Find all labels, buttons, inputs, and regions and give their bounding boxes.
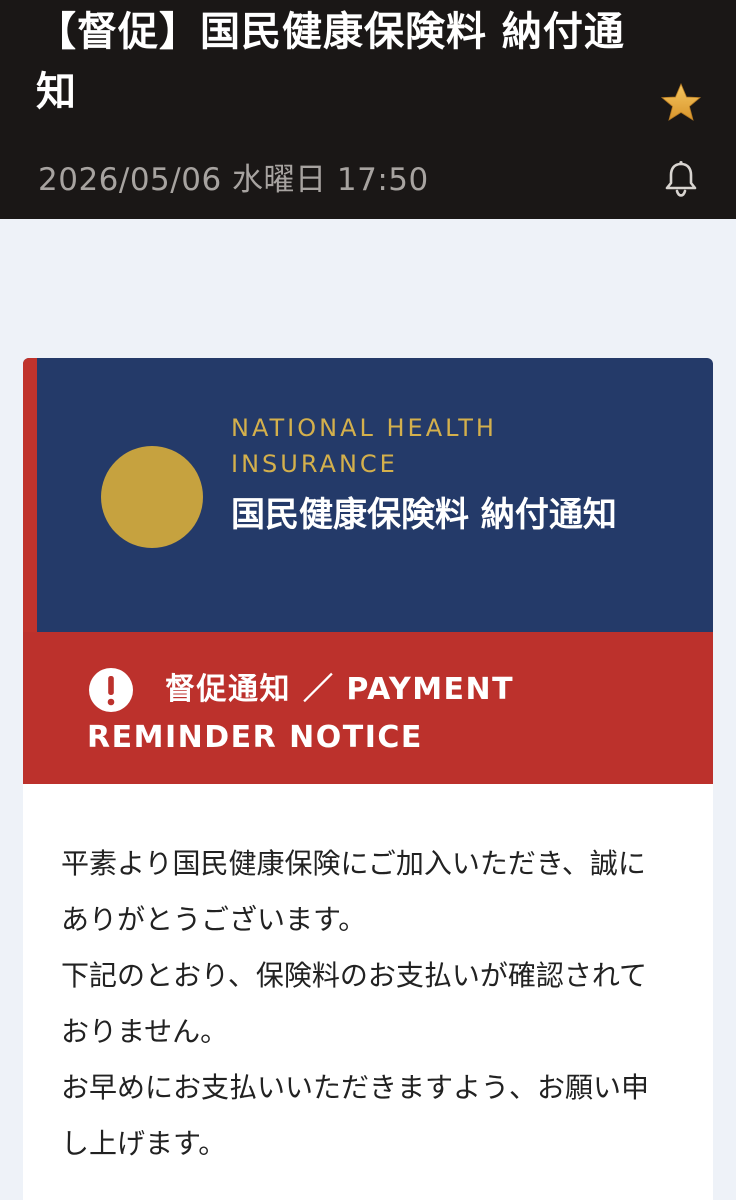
bell-icon[interactable] [660, 158, 702, 200]
banner-accent-stripe [23, 358, 37, 632]
message-datetime: 2026/05/06 水曜日 17:50 [38, 162, 429, 198]
banner-eyebrow: NATIONAL HEALTH INSURANCE [231, 414, 497, 478]
gold-seal-icon [101, 446, 203, 548]
body-paragraph: 平素より国民健康保険にご加入いただき、誠にありがとうございます。 [61, 847, 646, 936]
message-header: 【督促】国民健康保険料 納付通知 2026/05/06 水曜日 17:50 [0, 0, 736, 219]
exclamation-circle-icon [89, 668, 133, 712]
banner-title: 国民健康保険料 納付通知 [231, 495, 617, 535]
body-paragraph: 下記のとおり、保険料のお支払いが確認されておりません。 [61, 959, 648, 1048]
notice-card: NATIONAL HEALTH INSURANCE 国民健康保険料 納付通知 督… [23, 358, 713, 1200]
alert-bar: 督促通知 ／ PAYMENT REMINDER NOTICE [23, 632, 713, 784]
notice-body: 平素より国民健康保険にご加入いただき、誠にありがとうございます。 下記のとおり、… [61, 836, 661, 1172]
alert-text: 督促通知 ／ PAYMENT REMINDER NOTICE [87, 672, 515, 755]
notice-banner: NATIONAL HEALTH INSURANCE 国民健康保険料 納付通知 [23, 358, 713, 632]
star-icon[interactable] [660, 82, 702, 124]
body-paragraph: お早めにお支払いいただきますよう、お願い申し上げます。 [61, 1071, 650, 1160]
message-subject: 【督促】国民健康保険料 納付通知 [36, 9, 625, 115]
